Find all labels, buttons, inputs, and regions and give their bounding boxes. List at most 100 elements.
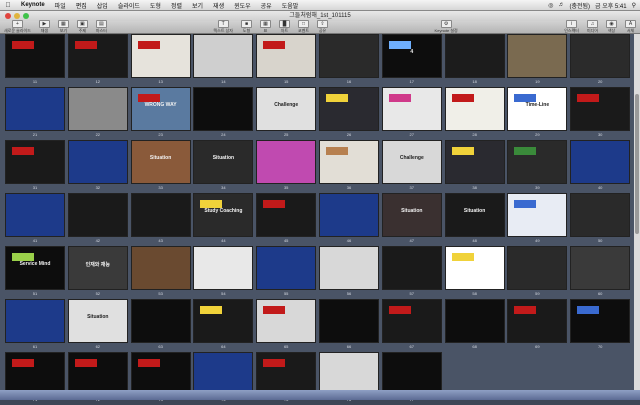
wifi-icon[interactable]: ◎ xyxy=(548,2,553,9)
slide-thumbnail-cell[interactable]: 39 xyxy=(507,140,568,193)
slide-thumbnail-cell[interactable]: Study Coaching 44 xyxy=(193,193,254,246)
chart-button[interactable]: █ 차트 xyxy=(278,20,290,34)
scrollbar-thumb[interactable] xyxy=(635,94,639,234)
minimize-window-button[interactable] xyxy=(14,13,20,19)
slide-thumbnail-cell[interactable]: Situation 62 xyxy=(67,299,128,352)
slide-thumbnail[interactable] xyxy=(444,140,505,184)
slide-thumbnail-cell[interactable]: 45 xyxy=(256,193,317,246)
slide-thumbnail[interactable] xyxy=(130,246,191,290)
slide-thumbnail[interactable] xyxy=(67,34,128,78)
slide-thumbnail[interactable] xyxy=(570,299,631,343)
comment-button[interactable]: □ 코멘트 xyxy=(298,20,309,34)
slide-thumbnail-cell[interactable]: Time-Line 29 xyxy=(507,87,568,140)
slide-thumbnail[interactable] xyxy=(444,246,505,290)
slide-thumbnail-cell[interactable]: 32 xyxy=(67,140,128,193)
close-window-button[interactable] xyxy=(5,13,11,19)
slide-thumbnail[interactable] xyxy=(130,193,191,237)
slide-thumbnail-cell[interactable]: 24 xyxy=(193,87,254,140)
slide-thumbnail[interactable]: Situation xyxy=(193,140,254,184)
slide-thumbnail[interactable] xyxy=(5,193,65,237)
slide-thumbnail[interactable] xyxy=(381,299,442,343)
inspector-button[interactable]: i 인스펙터 xyxy=(564,20,579,34)
slide-thumbnail[interactable] xyxy=(5,140,65,184)
menu-arrange[interactable]: 정렬 xyxy=(166,1,187,10)
table-button[interactable]: ▦ 표 xyxy=(259,20,271,34)
slide-thumbnail[interactable] xyxy=(507,140,568,184)
slide-thumbnail[interactable]: Situation xyxy=(130,140,191,184)
slide-thumbnail[interactable] xyxy=(570,87,631,131)
new-slide-button[interactable]: + 새로운 슬라이드 xyxy=(4,20,31,34)
slide-thumbnail-cell[interactable]: 41 xyxy=(5,193,65,246)
slide-thumbnail[interactable]: Challenge xyxy=(256,87,317,131)
menu-help[interactable]: 도움말 xyxy=(277,1,304,10)
masters-button[interactable]: ▤ 마스터 xyxy=(96,20,107,34)
slide-thumbnail-cell[interactable]: Situation 34 xyxy=(193,140,254,193)
slide-thumbnail-cell[interactable]: 54 xyxy=(193,246,254,299)
slide-thumbnail[interactable]: Situation xyxy=(381,193,442,237)
slide-thumbnail[interactable] xyxy=(5,299,65,343)
slide-thumbnail-cell[interactable]: 68 xyxy=(444,299,505,352)
slide-thumbnail[interactable] xyxy=(256,140,317,184)
slide-thumbnail-cell[interactable]: 67 xyxy=(381,299,442,352)
slide-thumbnail-cell[interactable]: 35 xyxy=(256,140,317,193)
share-button[interactable]: ⇧ 공유 xyxy=(317,20,329,34)
menu-edit[interactable]: 편집 xyxy=(71,1,92,10)
slide-thumbnail[interactable] xyxy=(570,193,631,237)
slide-thumbnail[interactable] xyxy=(507,299,568,343)
slide-thumbnail-cell[interactable]: 22 xyxy=(67,87,128,140)
slide-thumbnail[interactable] xyxy=(193,299,254,343)
slide-thumbnail-cell[interactable]: 70 xyxy=(570,299,631,352)
slide-thumbnail-cell[interactable]: 15 xyxy=(256,34,317,87)
slide-thumbnail[interactable] xyxy=(507,193,568,237)
slide-thumbnail-cell[interactable]: 46 xyxy=(318,193,379,246)
slide-thumbnail-cell[interactable]: WRONG WAY 23 xyxy=(130,87,191,140)
slide-thumbnail[interactable] xyxy=(507,34,568,78)
slide-thumbnail[interactable] xyxy=(444,299,505,343)
slide-thumbnail[interactable]: Challenge xyxy=(381,140,442,184)
slide-thumbnail-cell[interactable]: 36 xyxy=(318,140,379,193)
slide-thumbnail-cell[interactable]: 38 xyxy=(444,140,505,193)
slide-thumbnail[interactable] xyxy=(256,193,317,237)
slide-thumbnail-cell[interactable]: 26 xyxy=(318,87,379,140)
slide-thumbnail[interactable] xyxy=(318,34,379,78)
menu-shape[interactable]: 도형 xyxy=(145,1,166,10)
slide-thumbnail-cell[interactable]: 53 xyxy=(130,246,191,299)
menu-file[interactable]: 파일 xyxy=(50,1,71,10)
slide-thumbnail-cell[interactable]: 21 xyxy=(5,87,65,140)
slide-thumbnail[interactable] xyxy=(67,140,128,184)
slide-thumbnail-cell[interactable]: 57 xyxy=(381,246,442,299)
slide-thumbnail-cell[interactable]: 60 xyxy=(570,246,631,299)
slide-thumbnail[interactable]: Time-Line xyxy=(507,87,568,131)
slide-thumbnail-cell[interactable]: 64 xyxy=(193,299,254,352)
slide-thumbnail[interactable] xyxy=(256,246,317,290)
menu-view[interactable]: 보기 xyxy=(187,1,208,10)
slide-thumbnail-cell[interactable]: 50 xyxy=(570,193,631,246)
slide-thumbnail-cell[interactable]: Service Mind 51 xyxy=(5,246,65,299)
slide-thumbnail-cell[interactable]: 66 xyxy=(318,299,379,352)
slide-thumbnail[interactable] xyxy=(130,299,191,343)
slide-thumbnail-cell[interactable]: 인재와 재능 52 xyxy=(67,246,128,299)
slide-thumbnail[interactable]: 인재와 재능 xyxy=(67,246,128,290)
slide-thumbnail-cell[interactable]: Challenge 25 xyxy=(256,87,317,140)
spotlight-icon[interactable]: ⚲ xyxy=(632,2,636,9)
slide-thumbnail-cell[interactable]: 61 xyxy=(5,299,65,352)
themes-button[interactable]: ▣ 주제 xyxy=(76,20,88,34)
slide-thumbnail-cell[interactable]: Situation 47 xyxy=(381,193,442,246)
slide-thumbnail-cell[interactable]: 42 xyxy=(67,193,128,246)
slide-thumbnail[interactable] xyxy=(256,299,317,343)
slide-thumbnail[interactable] xyxy=(318,299,379,343)
slide-thumbnail[interactable] xyxy=(381,246,442,290)
vertical-scrollbar[interactable] xyxy=(634,34,640,390)
slide-thumbnail[interactable] xyxy=(570,140,631,184)
slide-thumbnail-cell[interactable]: 12 xyxy=(67,34,128,87)
slide-thumbnail[interactable] xyxy=(193,87,254,131)
slide-thumbnail[interactable] xyxy=(5,87,65,131)
menu-share[interactable]: 공유 xyxy=(256,1,277,10)
slide-thumbnail-cell[interactable]: 58 xyxy=(444,246,505,299)
slide-thumbnail-cell[interactable]: 16 xyxy=(318,34,379,87)
slide-thumbnail[interactable]: Service Mind xyxy=(5,246,65,290)
slide-thumbnail[interactable]: WRONG WAY xyxy=(130,87,191,131)
slide-thumbnail-cell[interactable]: 65 xyxy=(256,299,317,352)
slide-thumbnail[interactable] xyxy=(444,34,505,78)
app-menu[interactable]: Keynote xyxy=(16,2,50,8)
